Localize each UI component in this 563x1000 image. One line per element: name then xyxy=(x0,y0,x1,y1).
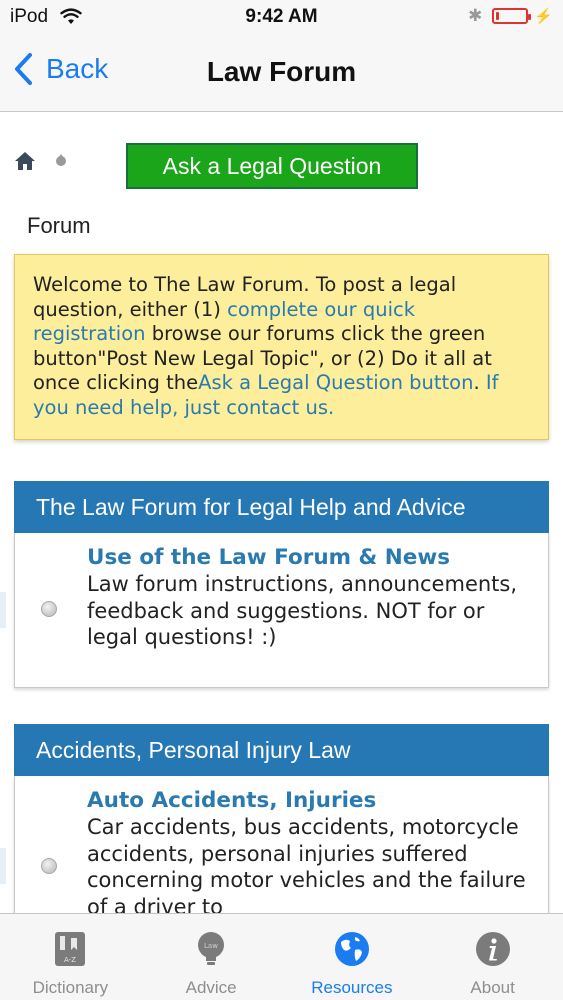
battery-icon xyxy=(492,8,532,24)
edge-highlight xyxy=(0,592,6,628)
edge-highlight xyxy=(0,848,6,884)
nav-title: Law Forum xyxy=(206,56,357,87)
svg-text:A-Z: A-Z xyxy=(64,956,76,964)
lightbulb-icon: Law xyxy=(198,932,225,965)
tab-resources[interactable]: Resources xyxy=(282,914,423,1000)
forum-row[interactable]: Use of the Law Forum & News Law forum in… xyxy=(14,533,549,688)
tab-about[interactable]: About xyxy=(422,914,563,1000)
breadcrumb: Ask a Legal Question xyxy=(0,140,563,192)
forum-description: Car accidents, bus accidents, motorcycle… xyxy=(87,815,526,919)
tab-label: Dictionary xyxy=(32,978,109,997)
bullet-icon xyxy=(56,154,66,166)
ask-legal-question-button[interactable]: Ask a Legal Question xyxy=(126,143,418,189)
nav-bar: Back Law Forum xyxy=(0,34,563,112)
bluetooth-icon: ✱ xyxy=(468,6,483,25)
forum-status-icon xyxy=(41,601,57,617)
status-bar: iPod 9:42 AM ✱ ⚡ xyxy=(0,0,563,34)
tab-label: About xyxy=(470,978,515,997)
tab-dictionary[interactable]: A-Z Dictionary xyxy=(0,914,141,1000)
forum-status-icon xyxy=(41,858,57,874)
forum-title[interactable]: Use of the Law Forum & News xyxy=(87,545,534,571)
forum-description: Law forum instructions, announcements, f… xyxy=(87,572,518,649)
section-header: Accidents, Personal Injury Law xyxy=(14,724,549,776)
info-icon xyxy=(475,932,510,966)
welcome-notice: Welcome to The Law Forum. To post a lega… xyxy=(14,254,549,440)
forum-section: The Law Forum for Legal Help and Advice … xyxy=(14,481,549,688)
page-title: Forum xyxy=(27,213,91,238)
dictionary-icon: A-Z xyxy=(55,932,86,966)
section-header: The Law Forum for Legal Help and Advice xyxy=(14,481,549,533)
home-icon[interactable] xyxy=(14,150,36,172)
tab-label: Advice xyxy=(185,978,237,997)
battery-level xyxy=(496,12,500,20)
globe-icon xyxy=(334,932,369,966)
forum-title[interactable]: Auto Accidents, Injuries xyxy=(87,788,534,814)
status-right: ✱ ⚡ xyxy=(468,6,553,26)
tab-bar: A-Z Dictionary Law Advice Resources Abou… xyxy=(0,913,563,1000)
ask-question-link[interactable]: Ask a Legal Question button xyxy=(198,371,473,394)
charging-icon: ⚡ xyxy=(534,8,553,25)
notice-text: . xyxy=(473,371,486,394)
tab-label: Resources xyxy=(311,978,393,997)
lightbulb-icon-text: Law xyxy=(204,942,218,950)
tab-advice[interactable]: Law Advice xyxy=(141,914,282,1000)
